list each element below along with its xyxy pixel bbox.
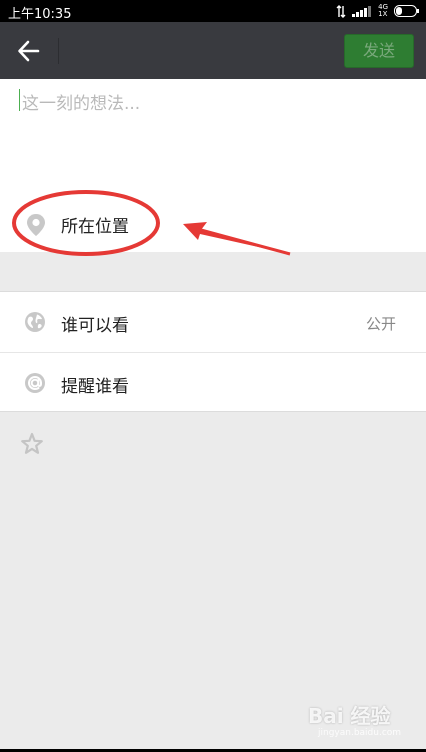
battery-icon xyxy=(394,5,419,17)
watermark-url: jingyan.baidu.com xyxy=(318,728,402,738)
network-type: 4G 1X xyxy=(378,3,388,18)
visibility-setting[interactable]: 谁可以看 公开 xyxy=(0,292,426,352)
star-icon[interactable] xyxy=(20,432,44,456)
title-bar: 发送 xyxy=(0,22,426,79)
back-button[interactable] xyxy=(14,36,44,66)
data-arrows-icon xyxy=(336,4,346,18)
status-time: 上午10:35 xyxy=(8,7,72,22)
at-icon xyxy=(25,373,45,393)
globe-icon xyxy=(25,312,45,332)
title-divider xyxy=(58,38,59,64)
status-bar: 上午10:35 4G 1X xyxy=(0,0,426,22)
location-button[interactable]: 所在位置 xyxy=(0,204,426,244)
location-pin-icon xyxy=(27,214,45,236)
mention-label: 提醒谁看 xyxy=(61,377,129,397)
send-button[interactable]: 发送 xyxy=(344,34,414,68)
watermark: Bai 经验 xyxy=(308,704,391,728)
status-icons: 4G 1X xyxy=(336,3,420,19)
compose-area: 这一刻的想法... 所在位置 xyxy=(0,79,426,252)
mention-setting[interactable]: 提醒谁看 xyxy=(0,353,426,413)
signal-icon xyxy=(352,6,372,17)
location-label: 所在位置 xyxy=(61,217,129,237)
visibility-label: 谁可以看 xyxy=(61,316,129,336)
back-arrow-icon xyxy=(18,40,40,62)
text-caret xyxy=(19,89,20,111)
settings-list: 谁可以看 公开 提醒谁看 xyxy=(0,291,426,412)
visibility-value: 公开 xyxy=(365,315,396,333)
post-text-input[interactable]: 这一刻的想法... xyxy=(22,89,140,114)
